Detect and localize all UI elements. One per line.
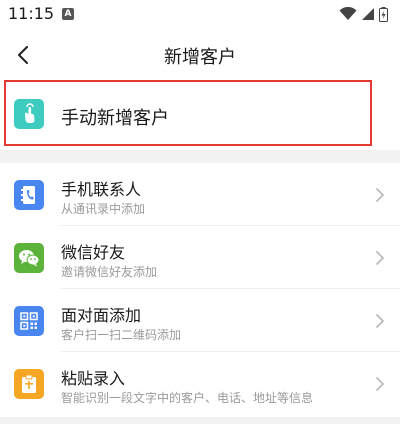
paste-icon	[14, 369, 44, 399]
chevron-right-icon	[376, 377, 384, 391]
page-title: 新增客户	[164, 47, 236, 68]
options-list: 手机联系人 从通讯录中添加 微信好友 邀请微信好友添加 面对面添加 客户扫一扫二…	[0, 163, 400, 417]
battery-icon	[379, 6, 388, 22]
chevron-right-icon	[376, 251, 384, 265]
option-subtitle: 智能识别一段文字中的客户、电话、地址等信息	[61, 391, 314, 405]
contacts-book-icon	[14, 180, 44, 210]
highlight-frame	[4, 80, 372, 146]
wifi-icon	[339, 7, 357, 20]
option-title: 微信好友	[61, 243, 126, 262]
option-phone-contacts[interactable]: 手机联系人 从通讯录中添加	[0, 163, 400, 226]
signal-icon	[362, 8, 374, 20]
option-subtitle: 客户扫一扫二维码添加	[61, 328, 182, 342]
touch-icon	[14, 99, 44, 129]
status-bar: 11:15 A	[0, 0, 400, 28]
option-subtitle: 从通讯录中添加	[61, 202, 146, 216]
option-title: 手机联系人	[61, 180, 142, 199]
manual-add-label: 手动新增客户	[61, 108, 169, 129]
option-title: 面对面添加	[61, 306, 142, 325]
wechat-icon	[14, 243, 44, 273]
nav-bar: 新增客户	[0, 28, 400, 80]
option-title: 粘贴录入	[61, 369, 126, 388]
chevron-right-icon	[376, 314, 384, 328]
status-time: 11:15	[8, 4, 55, 23]
qr-code-icon	[14, 306, 44, 336]
notification-badge: A	[62, 8, 74, 20]
option-subtitle: 邀请微信好友添加	[61, 265, 158, 279]
option-face-to-face[interactable]: 面对面添加 客户扫一扫二维码添加	[0, 289, 400, 352]
manual-add-item[interactable]: 手动新增客户	[0, 80, 400, 150]
status-icons	[339, 6, 388, 22]
option-wechat-friends[interactable]: 微信好友 邀请微信好友添加	[0, 226, 400, 289]
chevron-right-icon	[376, 188, 384, 202]
option-paste-entry[interactable]: 粘贴录入 智能识别一段文字中的客户、电话、地址等信息	[0, 352, 400, 415]
